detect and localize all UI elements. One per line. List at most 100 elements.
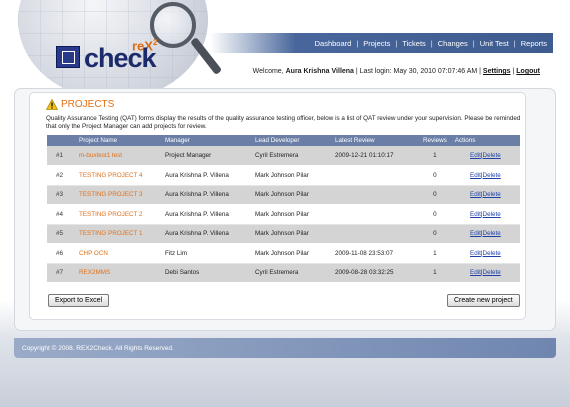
lead-developer-cell: Mark Johnson Pilar [251, 185, 331, 205]
manager-cell: Aura Krishna P. Villena [161, 204, 251, 225]
actions-cell: Edit|Delete [450, 185, 520, 205]
nav-separator: | [430, 38, 433, 48]
reviews-count: 0 [419, 204, 451, 225]
lead-developer-cell: Mark Johnson Pilar [251, 165, 331, 186]
actions-cell: Edit|Delete [450, 165, 520, 186]
lead-developer-cell: Mark Johnson Pilar [251, 224, 331, 244]
nav-separator: | [513, 38, 516, 48]
table-row: #1 m-buxtest1 test Project Manager Cyril Es… [47, 146, 520, 166]
project-name[interactable]: TESTING PROJECT 1 [75, 224, 161, 244]
welcome-user: Aura Krishna Villena [285, 68, 354, 75]
edit-link[interactable]: Edit [470, 152, 481, 159]
latest-review-cell [331, 224, 419, 244]
table-row: #5 TESTING PROJECT 1 Aura Krishna P. Ville… [47, 224, 520, 244]
footer: Copyright © 2008. REX2Check. All Rights … [14, 338, 556, 358]
delete-link[interactable]: Delete [483, 230, 501, 237]
row-number: #6 [47, 243, 75, 264]
project-name[interactable]: m-buxtest1 test [75, 146, 161, 166]
project-name[interactable]: REX2MMS [75, 263, 161, 283]
logo-icon [56, 46, 80, 68]
reviews-count: 1 [419, 263, 451, 283]
col-latest-review: Latest Review [331, 135, 419, 146]
project-name[interactable]: TESTING PROJECT 2 [75, 204, 161, 225]
delete-link[interactable]: Delete [483, 250, 501, 257]
nav-reports[interactable]: Reports [521, 39, 547, 48]
nav-separator: | [395, 38, 398, 48]
warning-icon [46, 99, 58, 110]
page-title: PROJECTS [61, 99, 115, 110]
edit-link[interactable]: Edit [470, 269, 481, 276]
latest-review-cell [331, 165, 419, 186]
delete-link[interactable]: Delete [483, 211, 501, 218]
delete-link[interactable]: Delete [483, 172, 501, 179]
project-name[interactable]: CHP OCN [75, 243, 161, 264]
welcome-prefix: Welcome, [252, 68, 284, 75]
welcome-bar: Welcome, Aura Krishna Villena | Last log… [253, 68, 540, 75]
last-login: | Last login: May 30, 2010 07:07:46 AM | [355, 68, 481, 75]
top-nav: Dashboard | Projects | Tickets | Changes… [210, 33, 553, 53]
col-lead-developer: Lead Developer [251, 135, 331, 146]
nav-separator: | [356, 38, 359, 48]
reviews-count: 0 [419, 185, 451, 205]
row-number: #3 [47, 185, 75, 205]
edit-link[interactable]: Edit [470, 191, 481, 198]
edit-link[interactable]: Edit [470, 230, 481, 237]
table-row: #2 TESTING PROJECT 4 Aura Krishna P. Ville… [47, 165, 520, 186]
manager-cell: Debi Santos [161, 263, 251, 283]
row-number: #4 [47, 204, 75, 225]
export-excel-button[interactable]: Export to Excel [48, 294, 110, 307]
nav-tickets[interactable]: Tickets [402, 39, 425, 48]
logo-check: check [84, 43, 157, 73]
delete-link[interactable]: Delete [483, 269, 501, 276]
nav-projects[interactable]: Projects [363, 39, 390, 48]
manager-cell: Aura Krishna P. Villena [161, 165, 251, 186]
welcome-pipe: | [512, 68, 515, 75]
row-number: #2 [47, 165, 75, 186]
section-title: PROJECTS [46, 99, 114, 110]
latest-review-cell: 2009-08-28 03:32:25 [331, 263, 419, 283]
project-name[interactable]: TESTING PROJECT 4 [75, 165, 161, 186]
actions-cell: Edit|Delete [450, 224, 520, 244]
edit-link[interactable]: Edit [470, 211, 481, 218]
settings-link[interactable]: Settings [483, 68, 511, 75]
actions-cell: Edit|Delete [450, 204, 520, 225]
project-name[interactable]: TESTING PROJECT 3 [75, 185, 161, 205]
nav-changes[interactable]: Changes [438, 39, 468, 48]
edit-link[interactable]: Edit [470, 250, 481, 257]
manager-cell: Fitz Lim [161, 243, 251, 264]
latest-review-cell: 2009-11-08 23:53:07 [331, 243, 419, 264]
projects-table: Project Name Manager Lead Developer Late… [47, 135, 520, 283]
actions-cell: Edit|Delete [450, 263, 520, 283]
latest-review-cell [331, 204, 419, 225]
reviews-count: 0 [419, 224, 451, 244]
delete-link[interactable]: Delete [483, 191, 501, 198]
reviews-count: 0 [419, 165, 451, 186]
lead-developer-cell: Mark Johnson Pilar [251, 204, 331, 225]
lead-developer-cell: Cyril Estremera [251, 263, 331, 283]
row-number: #7 [47, 263, 75, 283]
manager-cell: Aura Krishna P. Villena [161, 224, 251, 244]
intro-text: Quality Assurance Testing (QAT) forms di… [46, 115, 521, 130]
manager-cell: Project Manager [161, 146, 251, 166]
nav-dashboard[interactable]: Dashboard [315, 39, 352, 48]
table-row: #3 TESTING PROJECT 3 Aura Krishna P. Ville… [47, 185, 520, 205]
row-number: #5 [47, 224, 75, 244]
reviews-count: 1 [419, 146, 451, 166]
latest-review-cell: 2009-12-21 01:10:17 [331, 146, 419, 166]
actions-cell: Edit|Delete [450, 243, 520, 264]
lead-developer-cell: Mark Johnson Pilar [251, 243, 331, 264]
lead-developer-cell: Cyril Estremera [251, 146, 331, 166]
delete-link[interactable]: Delete [483, 152, 501, 159]
logout-link[interactable]: Logout [516, 68, 540, 75]
table-row: #6 CHP OCN Fitz Lim Mark Johnson Pilar 2009-… [47, 243, 520, 264]
nav-unit-test[interactable]: Unit Test [480, 39, 509, 48]
row-number: #1 [47, 146, 75, 166]
manager-cell: Aura Krishna P. Villena [161, 185, 251, 205]
table-row: #7 REX2MMS Debi Santos Cyril Estremera 2009-… [47, 263, 520, 283]
col-manager: Manager [161, 135, 251, 146]
create-project-button[interactable]: Create new project [447, 294, 520, 307]
col-project-name: Project Name [75, 135, 161, 146]
actions-cell: Edit|Delete [450, 146, 520, 166]
reviews-count: 1 [419, 243, 451, 264]
edit-link[interactable]: Edit [470, 172, 481, 179]
